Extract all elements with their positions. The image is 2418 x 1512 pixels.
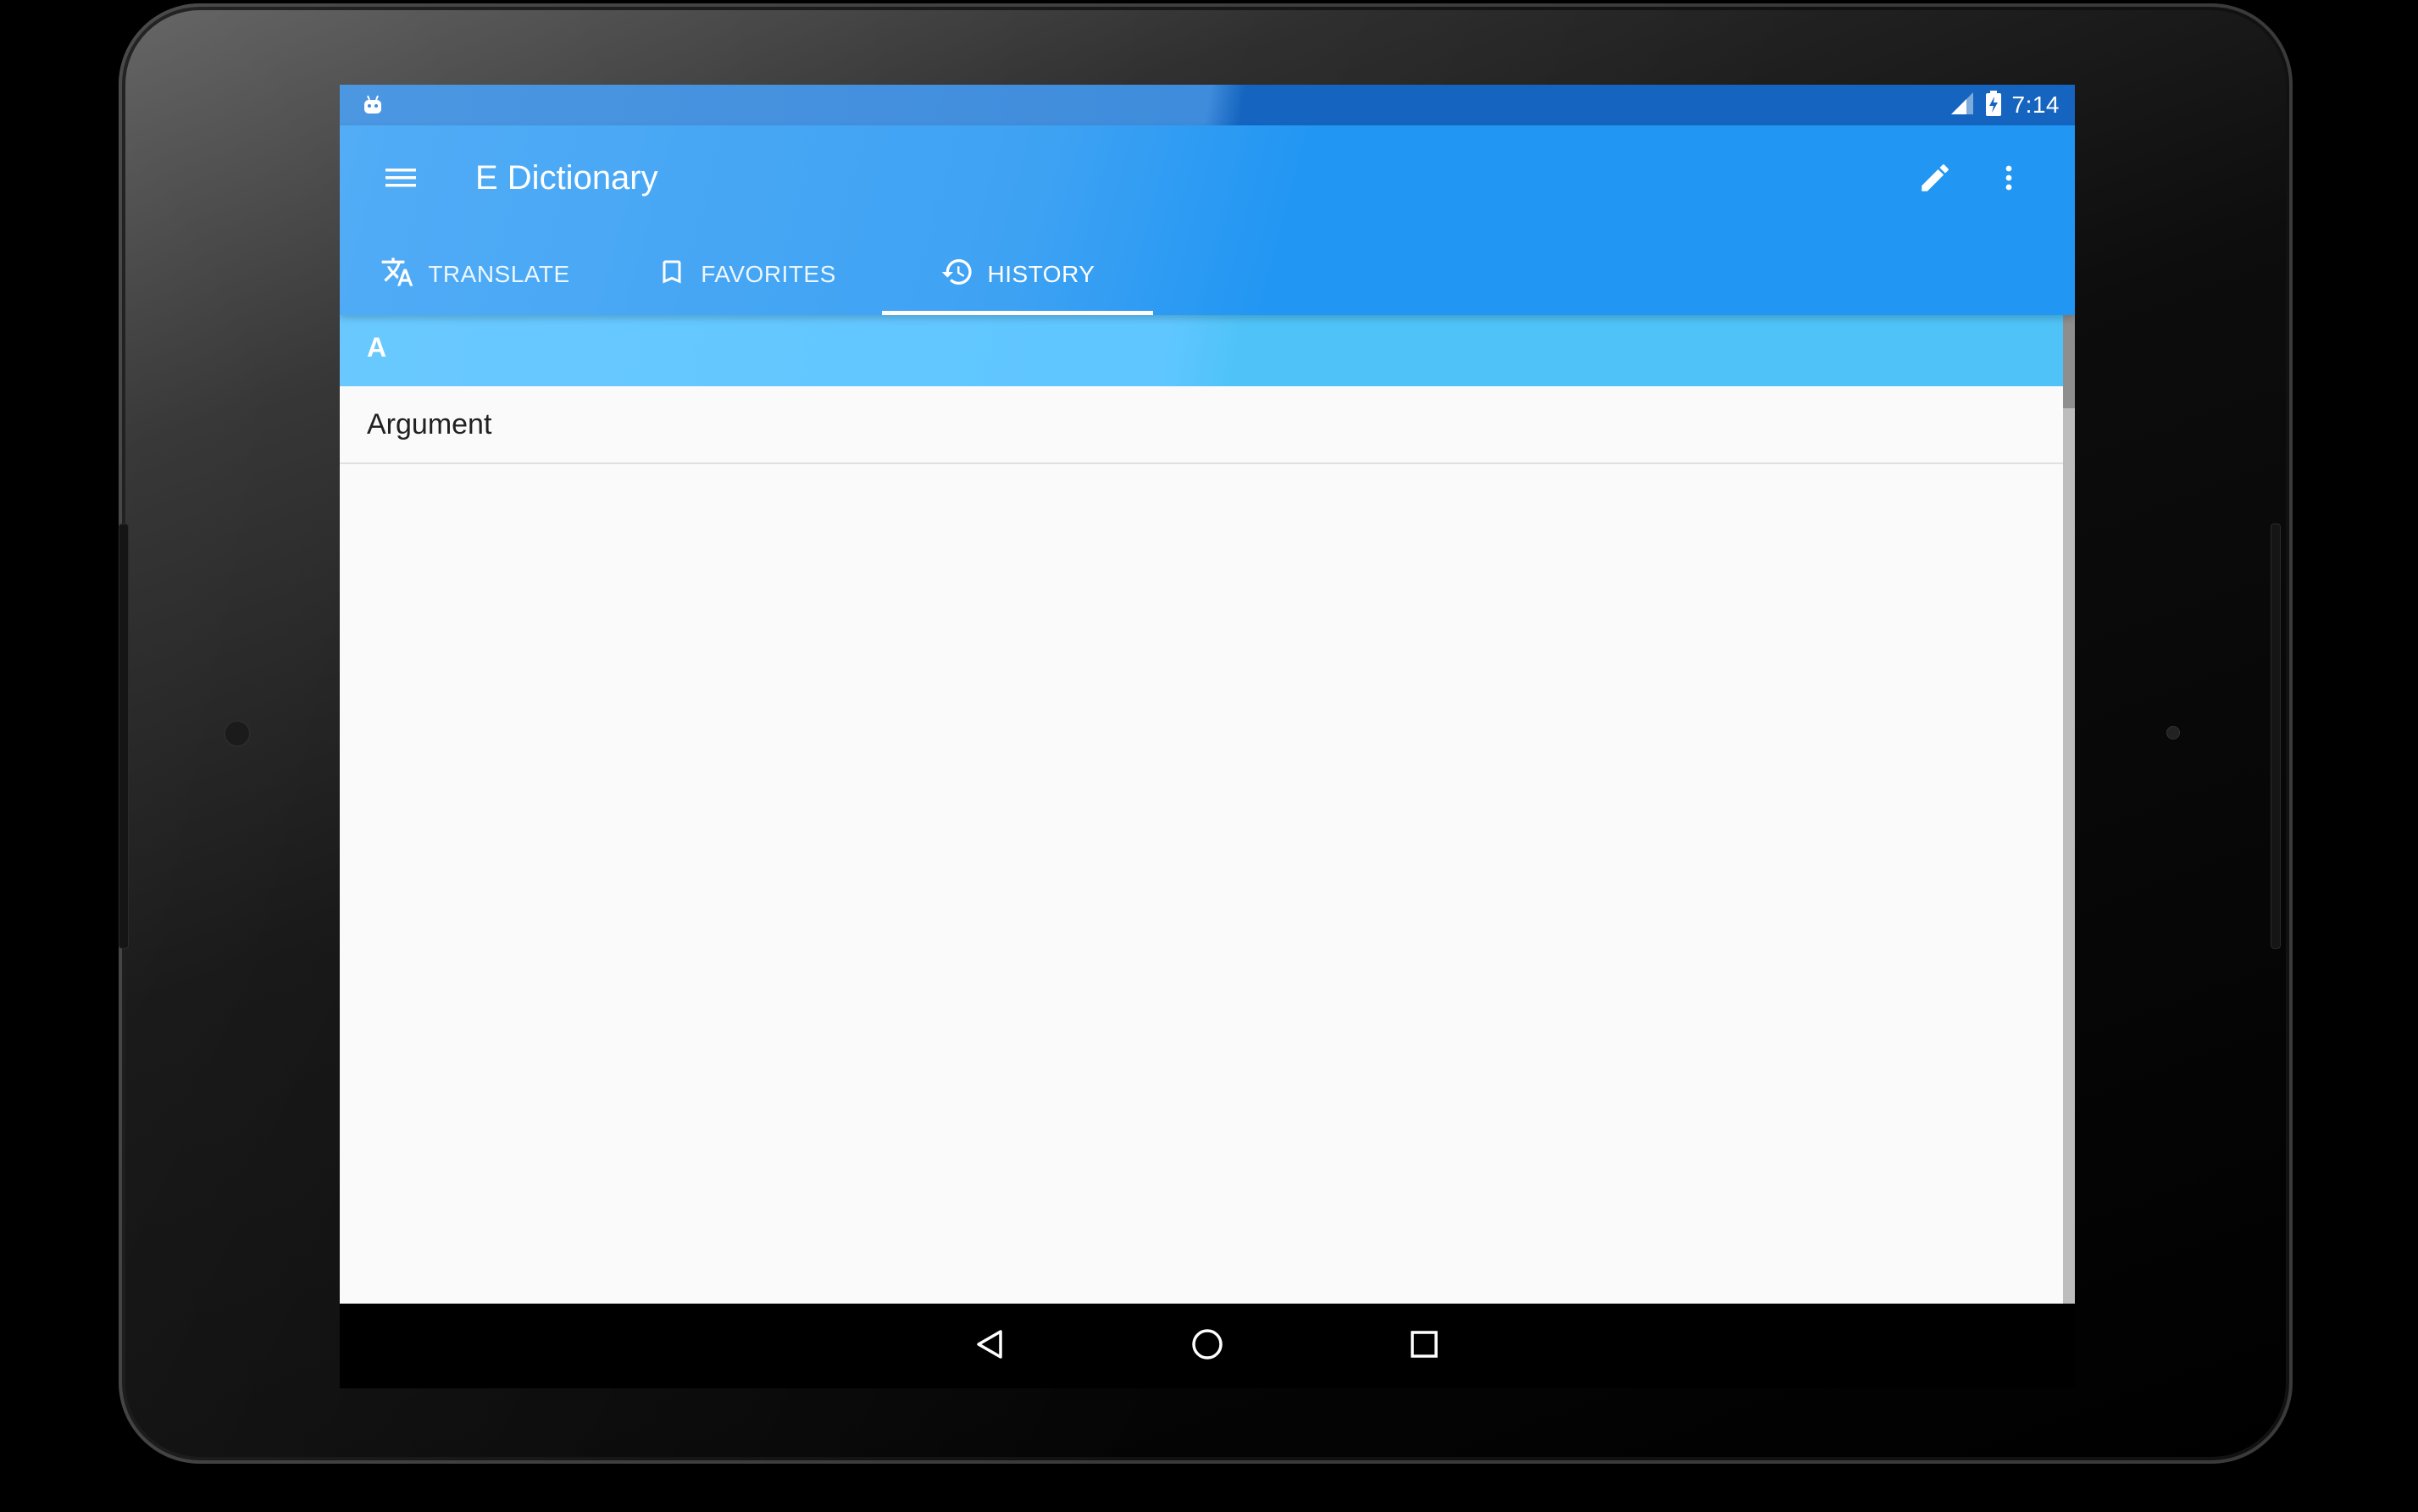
back-icon — [973, 1327, 1007, 1365]
tab-history-label: HISTORY — [987, 261, 1095, 287]
list-item[interactable]: Argument — [340, 386, 2063, 464]
toolbar: E Dictionary — [340, 125, 2075, 234]
section-letter: A — [367, 332, 387, 363]
tab-history[interactable]: HISTORY — [882, 234, 1153, 315]
battery-charging-icon — [1985, 90, 2002, 120]
front-camera — [224, 720, 251, 747]
status-bar: 7:14 — [340, 85, 2075, 125]
edit-button[interactable] — [1903, 147, 1967, 212]
app-screen: 7:14 E Dictionary TRANSLATE FAVORITES HI… — [340, 85, 2075, 1304]
tab-favorites-label: FAVORITES — [701, 261, 836, 287]
menu-button[interactable] — [369, 147, 433, 212]
app-bar: E Dictionary TRANSLATE FAVORITES HISTORY — [340, 125, 2075, 315]
status-time: 7:14 — [2011, 91, 2060, 118]
overflow-menu-button[interactable] — [1977, 147, 2041, 212]
home-icon — [1190, 1326, 1225, 1366]
scrollbar-thumb[interactable] — [2063, 315, 2075, 408]
bookmark-icon — [657, 257, 687, 293]
recents-button[interactable] — [1399, 1321, 1450, 1371]
history-icon — [940, 255, 974, 295]
tab-translate-label: TRANSLATE — [428, 261, 570, 287]
more-vert-icon — [1992, 161, 2026, 199]
active-tab-indicator — [882, 311, 1153, 315]
signal-icon — [1949, 91, 1975, 120]
app-title: E Dictionary — [475, 159, 658, 197]
pencil-icon — [1917, 160, 1953, 200]
list-item-word: Argument — [367, 407, 492, 440]
status-icons: 7:14 — [1949, 85, 2060, 125]
right-speaker-grille — [2271, 523, 2281, 949]
light-sensor — [2166, 726, 2180, 739]
left-speaker-grille — [119, 523, 129, 949]
recents-icon — [1408, 1328, 1440, 1365]
navigation-bar — [340, 1304, 2075, 1388]
android-icon — [362, 93, 384, 115]
history-list: A Argument — [340, 315, 2075, 1304]
back-button[interactable] — [965, 1321, 1016, 1371]
home-button[interactable] — [1182, 1321, 1233, 1371]
scrollbar[interactable] — [2063, 315, 2075, 1304]
tab-translate[interactable]: TRANSLATE — [340, 234, 611, 315]
menu-icon — [384, 161, 418, 199]
section-header: A — [340, 315, 2063, 386]
translate-icon — [380, 255, 414, 295]
tab-favorites[interactable]: FAVORITES — [611, 234, 882, 315]
tab-bar: TRANSLATE FAVORITES HISTORY — [340, 234, 1153, 315]
